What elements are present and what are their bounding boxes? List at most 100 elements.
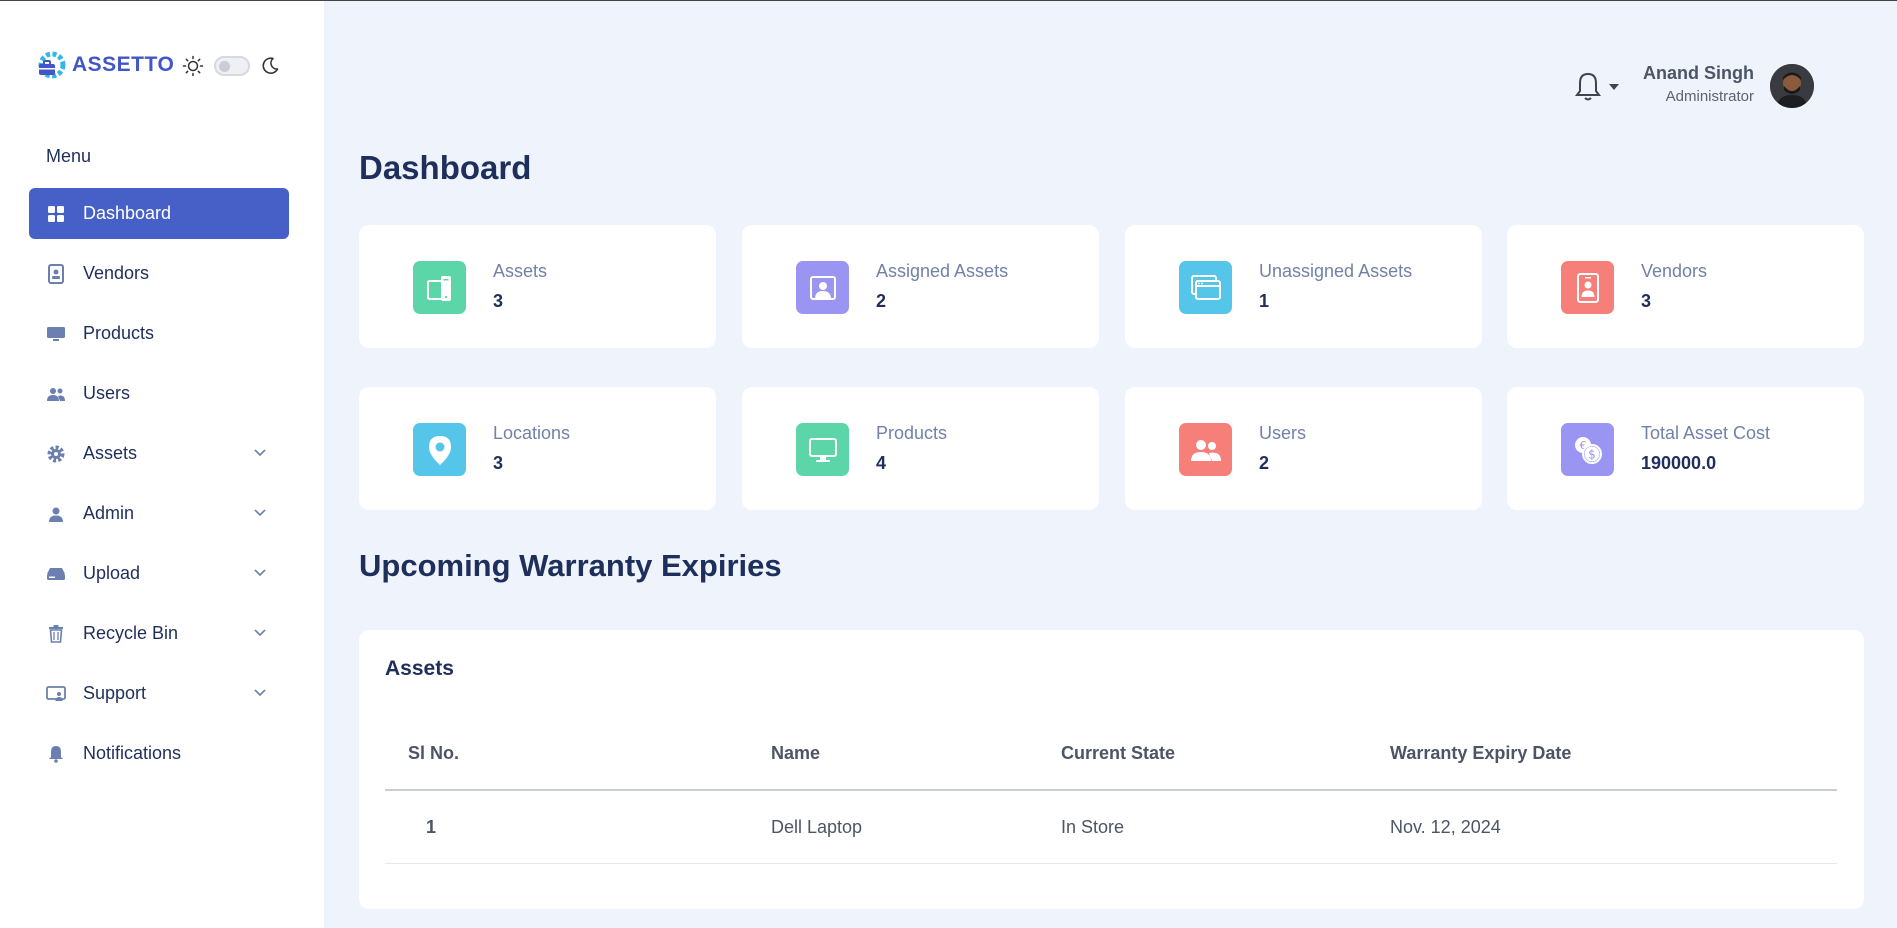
sidebar-item-upload[interactable]: Upload	[29, 548, 289, 599]
sidebar-item-label: Notifications	[83, 743, 182, 763]
sidebar-item-label: Admin	[83, 503, 135, 523]
vendor-badge-icon	[1561, 261, 1614, 314]
stat-value: 2	[1259, 453, 1270, 473]
stat-label: Users	[1259, 423, 1307, 443]
sidebar-item-label: Users	[83, 383, 131, 403]
stat-card-products[interactable]: Products 4	[742, 387, 1099, 510]
stat-label: Products	[876, 423, 948, 443]
users-icon	[1179, 423, 1232, 476]
devices-icon	[413, 261, 466, 314]
sidebar-item-label: Products	[83, 323, 155, 343]
gear-icon	[46, 444, 66, 464]
drive-icon	[46, 564, 66, 584]
theme-switch-knob	[219, 61, 230, 72]
table-row-divider	[385, 863, 1837, 864]
stat-label: Assets	[493, 261, 548, 281]
stat-card-vendors[interactable]: Vendors 3	[1507, 225, 1864, 348]
sidebar: ASSETTO Menu Dashboard Vendors Products …	[0, 1, 324, 928]
id-badge-icon	[46, 263, 66, 284]
avatar[interactable]	[1770, 64, 1814, 108]
brand-name: ASSETTO	[72, 53, 175, 76]
table-header-divider	[385, 789, 1837, 791]
column-header-current-state[interactable]: Current State	[1061, 743, 1175, 764]
warranty-table-card: Assets Sl No. Name Current State Warrant…	[359, 630, 1864, 909]
sidebar-item-notifications[interactable]: Notifications	[29, 728, 289, 779]
stat-label: Total Asset Cost	[1641, 423, 1771, 443]
sidebar-item-dashboard[interactable]: Dashboard	[29, 188, 289, 239]
assigned-user-icon	[796, 261, 849, 314]
bell-icon	[46, 744, 66, 764]
grid-icon	[46, 204, 66, 224]
stat-card-unassigned-assets[interactable]: Unassigned Assets 1	[1125, 225, 1482, 348]
support-icon	[46, 684, 66, 704]
table-cell-current-state: In Store	[1061, 817, 1125, 837]
stat-value: 3	[1641, 291, 1652, 311]
brand[interactable]: ASSETTO	[36, 49, 174, 81]
sidebar-item-vendors[interactable]: Vendors	[29, 248, 289, 299]
stat-card-total-asset-cost[interactable]: € $ Total Asset Cost 190000.0	[1507, 387, 1864, 510]
windows-icon	[1179, 261, 1232, 314]
notifications-dropdown[interactable]	[1574, 71, 1620, 103]
chevron-down-icon[interactable]	[253, 506, 267, 520]
chevron-down-icon[interactable]	[253, 566, 267, 580]
location-pin-icon	[413, 423, 466, 476]
column-header-name[interactable]: Name	[771, 743, 820, 764]
menu-title: Menu	[46, 146, 92, 166]
monitor-icon	[796, 423, 849, 476]
sidebar-item-admin[interactable]: Admin	[29, 488, 289, 539]
user-icon	[46, 504, 66, 524]
chevron-down-icon[interactable]	[253, 626, 267, 640]
table-caption: Assets	[385, 657, 454, 680]
stat-label: Vendors	[1641, 261, 1708, 281]
sidebar-item-label: Vendors	[83, 263, 150, 283]
theme-switch[interactable]	[214, 56, 250, 76]
table-cell-name: Dell Laptop	[771, 817, 863, 837]
chevron-down-icon[interactable]	[253, 686, 267, 700]
stat-value: 1	[1259, 291, 1270, 311]
users-icon	[46, 384, 66, 404]
table-cell-warranty-expiry-date: Nov. 12, 2024	[1390, 817, 1501, 837]
sidebar-item-recycle-bin[interactable]: Recycle Bin	[29, 608, 289, 659]
theme-toggle[interactable]	[182, 55, 280, 77]
page-title: Dashboard	[359, 149, 532, 186]
user-info[interactable]: Anand Singh Administrator	[1620, 63, 1754, 105]
sidebar-nav: Dashboard Vendors Products Users Assets	[29, 188, 289, 788]
sidebar-item-assets[interactable]: Assets	[29, 428, 289, 479]
sidebar-item-support[interactable]: Support	[29, 668, 289, 719]
user-name: Anand Singh	[1643, 63, 1754, 83]
stat-card-users[interactable]: Users 2	[1125, 387, 1482, 510]
stat-value: 190000.0	[1641, 453, 1717, 473]
sidebar-item-label: Upload	[83, 563, 141, 583]
column-header-warranty-expiry-date[interactable]: Warranty Expiry Date	[1390, 743, 1571, 764]
gear-briefcase-logo-icon	[38, 51, 66, 79]
bell-icon	[1575, 72, 1601, 101]
user-role: Administrator	[1665, 88, 1754, 105]
sidebar-item-label: Dashboard	[83, 203, 172, 223]
stat-label: Unassigned Assets	[1259, 261, 1413, 281]
avatar-image	[1770, 64, 1814, 108]
sun-icon	[182, 55, 204, 77]
sidebar-item-users[interactable]: Users	[29, 368, 289, 419]
trash-icon	[46, 624, 66, 644]
stat-card-assets[interactable]: Assets 3	[359, 225, 716, 348]
chevron-down-icon[interactable]	[253, 446, 267, 460]
stat-value: 2	[876, 291, 887, 311]
stat-label: Locations	[493, 423, 571, 443]
svg-text:$: $	[1588, 447, 1596, 461]
stat-value: 4	[876, 453, 887, 473]
stat-card-locations[interactable]: Locations 3	[359, 387, 716, 510]
moon-icon	[262, 57, 279, 74]
coins-icon: € $	[1561, 423, 1614, 476]
table-cell-sl-no: 1	[426, 817, 437, 837]
section-title: Upcoming Warranty Expiries	[359, 548, 782, 583]
sidebar-item-label: Assets	[83, 443, 138, 463]
sidebar-item-label: Recycle Bin	[83, 623, 179, 643]
stat-label: Assigned Assets	[876, 261, 1009, 281]
stat-card-assigned-assets[interactable]: Assigned Assets 2	[742, 225, 1099, 348]
caret-down-icon	[1609, 84, 1619, 90]
column-header-sl-no[interactable]: Sl No.	[408, 743, 459, 764]
stat-value: 3	[493, 453, 504, 473]
monitor-icon	[46, 324, 66, 344]
stat-value: 3	[493, 291, 504, 311]
sidebar-item-products[interactable]: Products	[29, 308, 289, 359]
